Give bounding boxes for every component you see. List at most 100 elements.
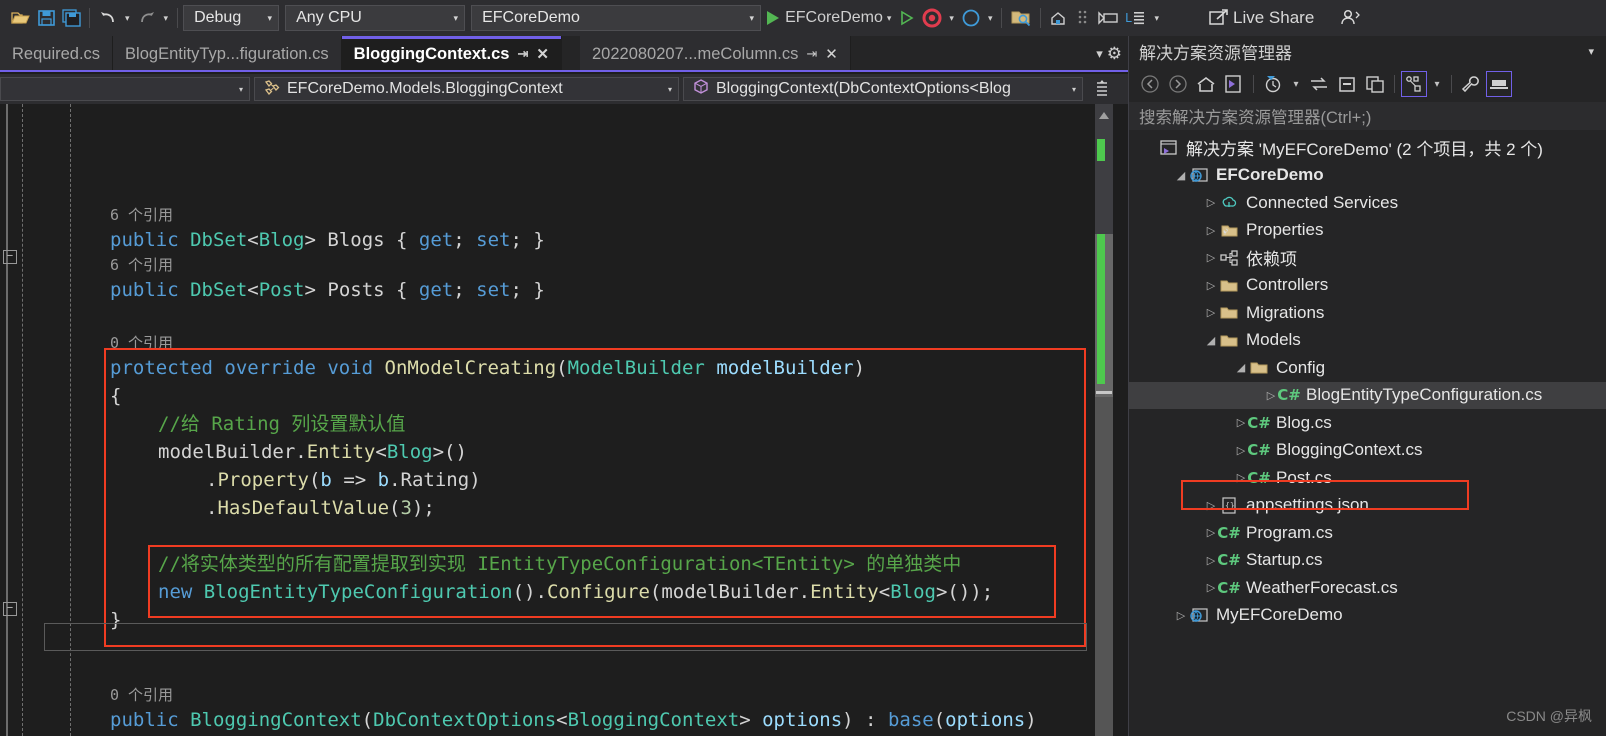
type-dropdown[interactable]: EFCoreDemo.Models.BloggingContext ▾ xyxy=(254,77,679,101)
tree-item[interactable]: ▷ MyEFCoreDemo xyxy=(1129,602,1606,630)
code-editor[interactable]: − − 6 个引用 public DbSet<Blog> Blogs { get;… xyxy=(0,104,1128,736)
tab-required-cs[interactable]: Required.cs xyxy=(0,36,114,72)
project-dropdown[interactable]: ▾ xyxy=(0,77,250,101)
scroll-up-icon[interactable] xyxy=(1099,112,1109,119)
collapsed-twisty-icon[interactable]: ▷ xyxy=(1203,224,1219,237)
solution-explorer-search-input[interactable]: 搜索解决方案资源管理器(Ctrl+;) xyxy=(1129,102,1606,130)
undo-icon[interactable] xyxy=(95,5,121,31)
tree-item[interactable]: ▷ Connected Services xyxy=(1129,189,1606,217)
collapsed-twisty-icon[interactable]: ▷ xyxy=(1203,279,1219,292)
split-window-icon[interactable] xyxy=(1087,79,1117,99)
collapsed-twisty-icon[interactable]: ▷ xyxy=(1173,609,1189,622)
view-code-map-icon[interactable] xyxy=(1401,71,1427,97)
properties-icon[interactable] xyxy=(1458,71,1484,97)
tree-item-label: Blog.cs xyxy=(1276,412,1332,432)
tree-item-label: Config xyxy=(1276,357,1326,377)
undo-dropdown-icon[interactable]: ▾ xyxy=(121,13,134,24)
tree-item[interactable]: ◢ EFCoreDemo xyxy=(1129,162,1606,190)
folder-icon xyxy=(1249,359,1269,377)
code-token: . xyxy=(206,497,218,519)
tree-item[interactable]: ▷ C# Program.cs xyxy=(1129,519,1606,547)
tree-item[interactable]: ▷ {} appsettings.json xyxy=(1129,492,1606,520)
collapsed-twisty-icon[interactable]: ▷ xyxy=(1203,499,1219,512)
tree-item[interactable]: 解决方案 'MyEFCoreDemo' (2 个项目，共 2 个) xyxy=(1129,134,1606,162)
home-icon[interactable] xyxy=(1193,71,1219,97)
redo-dropdown-icon[interactable]: ▾ xyxy=(160,13,173,24)
collapsed-twisty-icon[interactable]: ▷ xyxy=(1203,196,1219,209)
preview-icon[interactable] xyxy=(1486,71,1512,97)
solution-explorer-tree[interactable]: 解决方案 'MyEFCoreDemo' (2 个项目，共 2 个) ◢ EFCore… xyxy=(1129,130,1606,629)
code-line: //给 Rating 列设置默认值 xyxy=(158,410,405,438)
forward-icon[interactable] xyxy=(1165,71,1191,97)
code-token: ( xyxy=(649,581,662,603)
stop-icon[interactable] xyxy=(919,5,945,31)
close-icon[interactable]: ✕ xyxy=(536,45,549,63)
tree-item[interactable]: ▷ Properties xyxy=(1129,217,1606,245)
expanded-twisty-icon[interactable]: ◢ xyxy=(1203,334,1219,347)
tree-item[interactable]: ▷ C# WeatherForecast.cs xyxy=(1129,574,1606,602)
line-numbers-dropdown-icon[interactable]: ▾ xyxy=(1150,13,1163,24)
close-icon[interactable]: ✕ xyxy=(825,45,838,63)
dots-icon[interactable] xyxy=(1072,5,1094,31)
sync-with-active-document-icon[interactable] xyxy=(1221,71,1247,97)
redo-icon[interactable] xyxy=(134,5,160,31)
tree-item[interactable]: ▷ 依赖项 xyxy=(1129,244,1606,272)
member-dropdown[interactable]: BloggingContext(DbContextOptions<Blog ▾ xyxy=(683,77,1083,101)
tree-item[interactable]: ▷ C# Blog.cs xyxy=(1129,409,1606,437)
tab-blogging-context-cs[interactable]: BloggingContext.cs ⇥ ✕ xyxy=(341,36,562,72)
tab-migration-add-some-column-cs[interactable]: 2022080207...meColumn.cs ⇥ ✕ xyxy=(579,36,851,72)
live-share-label[interactable]: Live Share xyxy=(1233,8,1314,28)
line-numbers-icon[interactable]: L xyxy=(1122,5,1150,31)
tree-item[interactable]: ▷ Migrations xyxy=(1129,299,1606,327)
tree-item[interactable]: ◢ Models xyxy=(1129,327,1606,355)
collapsed-twisty-icon[interactable]: ▷ xyxy=(1203,251,1219,264)
expanded-twisty-icon[interactable]: ◢ xyxy=(1233,361,1249,374)
code-text-area[interactable]: 6 个引用 public DbSet<Blog> Blogs { get; set… xyxy=(0,104,1090,736)
start-without-debugging-icon[interactable] xyxy=(895,5,919,31)
tree-item[interactable]: ▷ C# Post.cs xyxy=(1129,464,1606,492)
expanded-twisty-icon[interactable]: ◢ xyxy=(1173,169,1189,182)
home-icon[interactable] xyxy=(1046,5,1072,31)
svg-text:{}: {} xyxy=(1225,501,1235,510)
tab-overflow-icon[interactable]: ▾ xyxy=(1096,46,1103,62)
pin-icon[interactable]: ⇥ xyxy=(518,46,529,62)
code-map-dropdown-icon[interactable]: ▾ xyxy=(1429,71,1445,97)
restart-dropdown-icon[interactable]: ▾ xyxy=(984,13,997,24)
restart-icon[interactable] xyxy=(958,5,984,31)
panel-menu-icon[interactable]: ▾ xyxy=(1588,45,1600,58)
scrollbar-track-lower[interactable] xyxy=(1095,397,1113,736)
tree-item[interactable]: ▷ C# Startup.cs xyxy=(1129,547,1606,575)
share-icon[interactable] xyxy=(1205,5,1233,31)
editor-vertical-scrollbar[interactable] xyxy=(1095,104,1113,736)
back-icon[interactable] xyxy=(1137,71,1163,97)
refresh-icon[interactable] xyxy=(1306,71,1332,97)
tree-item[interactable]: ▷ Controllers xyxy=(1129,272,1606,300)
code-line: .Property(b => b.Rating) xyxy=(206,466,481,494)
person-add-icon[interactable] xyxy=(1336,5,1366,31)
gear-icon[interactable]: ⚙ xyxy=(1107,44,1122,64)
collapse-all-icon[interactable] xyxy=(1334,71,1360,97)
find-icon[interactable] xyxy=(1007,5,1035,31)
solution-explorer-header: 解决方案资源管理器 ▾ xyxy=(1129,36,1606,66)
code-token: { xyxy=(110,385,122,407)
startup-project-combo[interactable]: EFCoreDemo ▾ xyxy=(471,5,762,31)
tab-blog-entity-type-configuration-cs[interactable]: BlogEntityTyp...figuration.cs xyxy=(113,36,342,72)
collapsed-twisty-icon[interactable]: ▷ xyxy=(1203,306,1219,319)
save-icon[interactable] xyxy=(34,5,59,31)
comment-icon[interactable] xyxy=(1094,5,1122,31)
platform-combo[interactable]: Any CPU ▾ xyxy=(285,5,466,31)
pending-changes-filter-icon[interactable] xyxy=(1260,71,1286,97)
stop-dropdown-icon[interactable]: ▾ xyxy=(945,13,958,24)
pin-icon[interactable]: ⇥ xyxy=(806,46,817,62)
tree-item[interactable]: ▷ C# BlogEntityTypeConfiguration.cs xyxy=(1129,381,1606,409)
start-debug-dropdown-icon[interactable]: ▾ xyxy=(883,13,896,24)
start-debug-button[interactable]: EFCoreDemo xyxy=(767,9,883,27)
tree-item[interactable]: ◢ Config xyxy=(1129,354,1606,382)
configuration-combo[interactable]: Debug ▾ xyxy=(183,5,280,31)
save-all-icon[interactable] xyxy=(59,5,84,31)
show-all-files-icon[interactable] xyxy=(1362,71,1388,97)
open-folder-icon[interactable] xyxy=(8,5,34,31)
filter-dropdown-icon[interactable]: ▾ xyxy=(1288,71,1304,97)
tree-item[interactable]: ▷ C# BloggingContext.cs xyxy=(1129,437,1606,465)
code-token: //给 Rating 列设置默认值 xyxy=(158,413,406,435)
